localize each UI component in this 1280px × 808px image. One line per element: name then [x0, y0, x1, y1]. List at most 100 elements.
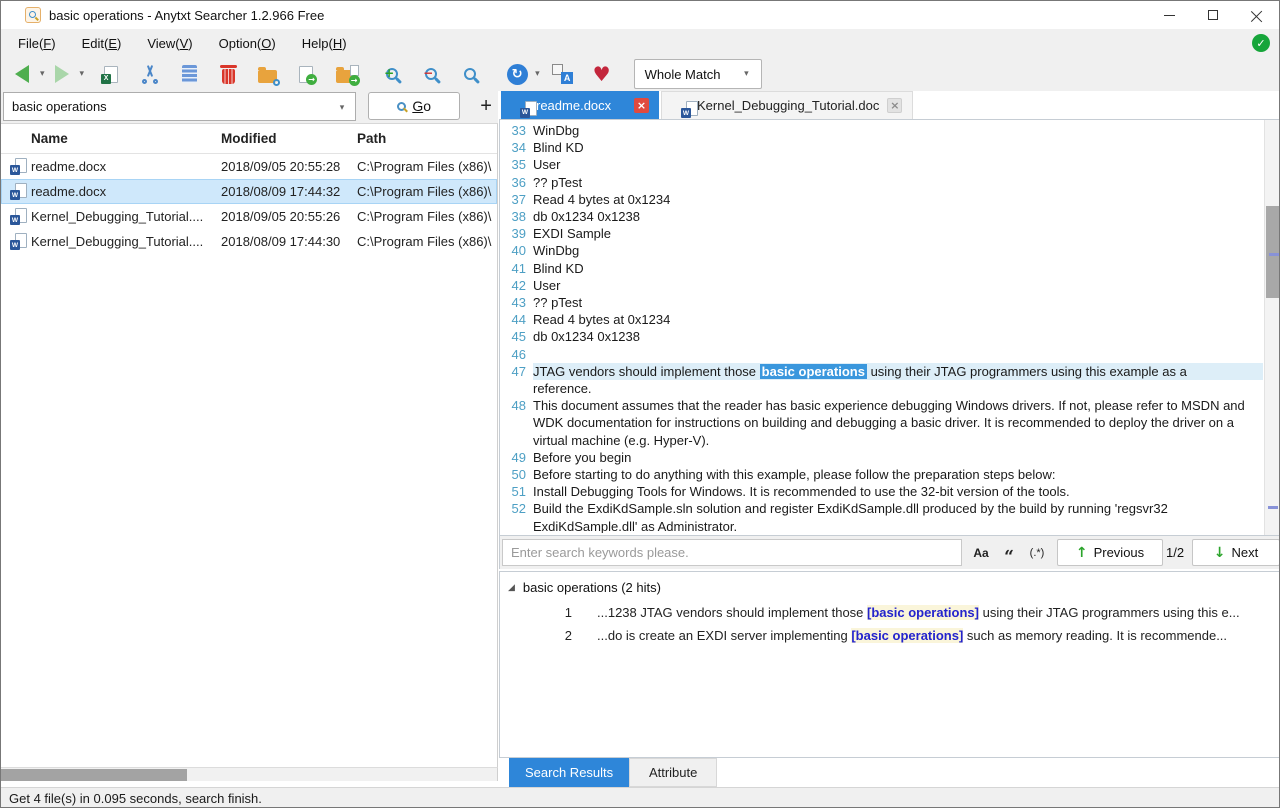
column-header-name[interactable]: Name: [31, 131, 68, 146]
line-text: User: [533, 277, 1263, 294]
line-text: Build the ExdiKdSample.sln solution and …: [533, 500, 1263, 533]
donate-button[interactable]: ♥: [589, 60, 615, 88]
line-number: 40: [502, 242, 526, 259]
column-header-modified[interactable]: Modified: [221, 131, 277, 146]
preview-line: 49 Before you begin: [502, 449, 1263, 466]
go-button[interactable]: Go: [368, 92, 460, 120]
line-number: 35: [502, 156, 526, 173]
go-label: Go: [412, 98, 431, 114]
highlighted-match: basic operations: [760, 364, 867, 379]
menu-item-edit[interactable]: Edit(E): [69, 32, 135, 55]
column-header-path[interactable]: Path: [357, 131, 386, 146]
match-mode-select[interactable]: Whole Match ▾: [634, 59, 762, 89]
preview-line: 39EXDI Sample: [502, 225, 1263, 242]
back-button[interactable]: [9, 60, 35, 88]
results-group-header[interactable]: ◢ basic operations (2 hits): [508, 580, 1280, 595]
table-row[interactable]: WKernel_Debugging_Tutorial....2018/09/05…: [1, 204, 497, 229]
result-index: 1: [500, 601, 572, 624]
move-to-folder-button[interactable]: →: [332, 60, 358, 88]
cell-name: Kernel_Debugging_Tutorial....: [31, 234, 213, 249]
file-list-hscrollbar[interactable]: [1, 767, 498, 781]
zoom-out-button[interactable]: −: [418, 60, 444, 88]
table-row[interactable]: Wreadme.docx2018/09/05 20:55:28C:\Progra…: [1, 154, 497, 179]
close-button[interactable]: [1235, 1, 1279, 29]
preview-vscrollbar[interactable]: [1264, 120, 1280, 535]
line-text: Before you begin: [533, 449, 1263, 466]
result-item[interactable]: 2...do is create an EXDI server implemen…: [500, 624, 1280, 647]
app-window: basic operations - Anytxt Searcher 1.2.9…: [0, 0, 1280, 808]
next-button[interactable]: ↓ Next: [1192, 539, 1280, 566]
line-number: 46: [502, 346, 526, 363]
preview-line: 41Blind KD: [502, 260, 1263, 277]
index-status-check-icon[interactable]: ✓: [1252, 34, 1270, 52]
hscrollbar-thumb[interactable]: [1, 769, 187, 781]
bottom-tab-bar: Search Results Attribute: [499, 758, 1280, 787]
tab-kernel-debugging-tutorial[interactable]: W Kernel_Debugging_Tutorial.doc ×: [661, 91, 913, 119]
result-match: [basic operations]: [851, 628, 963, 643]
forward-icon: [55, 65, 69, 83]
down-arrow-icon: ↓: [1214, 545, 1226, 561]
menu-item-option[interactable]: Option(O): [206, 32, 289, 55]
preview-line: 44Read 4 bytes at 0x1234: [502, 311, 1263, 328]
search-button[interactable]: [457, 60, 483, 88]
table-row[interactable]: WKernel_Debugging_Tutorial....2018/08/09…: [1, 229, 497, 254]
result-item[interactable]: 1...1238 JTAG vendors should implement t…: [500, 601, 1280, 624]
table-row[interactable]: Wreadme.docx2018/08/09 17:44:32C:\Progra…: [1, 179, 497, 204]
document-preview[interactable]: 33WinDbg34Blind KD35User36?? pTest37Read…: [499, 119, 1280, 536]
tab-attribute[interactable]: Attribute: [629, 758, 717, 787]
line-text: Before starting to do anything with this…: [533, 466, 1263, 483]
line-number: 47: [502, 363, 526, 380]
result-text: ...do is create an EXDI server implement…: [597, 624, 1227, 647]
line-number: 42: [502, 277, 526, 294]
line-text: JTAG vendors should implement those basi…: [533, 363, 1263, 380]
tree-expand-icon[interactable]: ◢: [508, 583, 515, 593]
tab-readme-docx[interactable]: W readme.docx ×: [501, 91, 659, 119]
open-folder-button[interactable]: [254, 60, 280, 88]
back-dropdown-caret[interactable]: ▾: [40, 69, 45, 79]
tab-label: readme.docx: [536, 98, 611, 113]
minimize-button[interactable]: [1147, 1, 1191, 29]
search-icon: [464, 68, 476, 80]
line-text: Read 4 bytes at 0x1234: [533, 311, 1263, 328]
match-case-button[interactable]: Aa: [968, 542, 994, 564]
vscrollbar-thumb[interactable]: [1266, 206, 1280, 298]
forward-button[interactable]: [49, 60, 75, 88]
whole-word-button[interactable]: “: [996, 542, 1022, 564]
maximize-button[interactable]: [1191, 1, 1235, 29]
refresh-index-button[interactable]: ↻: [504, 60, 530, 88]
translate-icon: A: [552, 64, 573, 84]
menu-item-view[interactable]: View(V): [134, 32, 205, 55]
refresh-dropdown-caret[interactable]: ▾: [535, 69, 540, 79]
menu-item-file[interactable]: File(F): [5, 32, 69, 55]
match-mode-value: Whole Match: [645, 67, 721, 82]
export-document-button[interactable]: →: [293, 60, 319, 88]
line-number: 37: [502, 191, 526, 208]
regex-button[interactable]: (.*): [1024, 542, 1050, 564]
cell-modified: 2018/08/09 17:44:30: [221, 234, 353, 249]
translate-button[interactable]: A: [550, 60, 576, 88]
previous-button[interactable]: ↑ Previous: [1057, 539, 1163, 566]
match-mode-caret-icon: ▾: [744, 69, 749, 79]
forward-dropdown-caret[interactable]: ▾: [80, 69, 85, 79]
export-excel-button[interactable]: X: [98, 60, 124, 88]
line-text: db 0x1234 0x1238: [533, 328, 1263, 345]
add-search-tab-button[interactable]: +: [474, 95, 498, 118]
cut-button[interactable]: [137, 60, 163, 88]
search-history-caret-icon[interactable]: ▾: [340, 103, 345, 113]
line-number: 50: [502, 466, 526, 483]
line-number: 39: [502, 225, 526, 242]
tab-close-icon[interactable]: ×: [634, 98, 649, 113]
tab-label: Kernel_Debugging_Tutorial.doc: [697, 98, 879, 113]
tab-search-results[interactable]: Search Results: [509, 758, 629, 787]
file-list-header: Name Modified Path: [1, 124, 497, 154]
line-number: 49: [502, 449, 526, 466]
delete-button[interactable]: [215, 60, 241, 88]
tab-close-icon[interactable]: ×: [887, 98, 902, 113]
zoom-in-button[interactable]: +: [379, 60, 405, 88]
line-text: User: [533, 156, 1263, 173]
menu-item-help[interactable]: Help(H): [289, 32, 360, 55]
copy-button[interactable]: [176, 60, 202, 88]
line-number: 52: [502, 500, 526, 533]
search-input[interactable]: [4, 93, 355, 120]
find-keywords-input[interactable]: [502, 539, 962, 566]
